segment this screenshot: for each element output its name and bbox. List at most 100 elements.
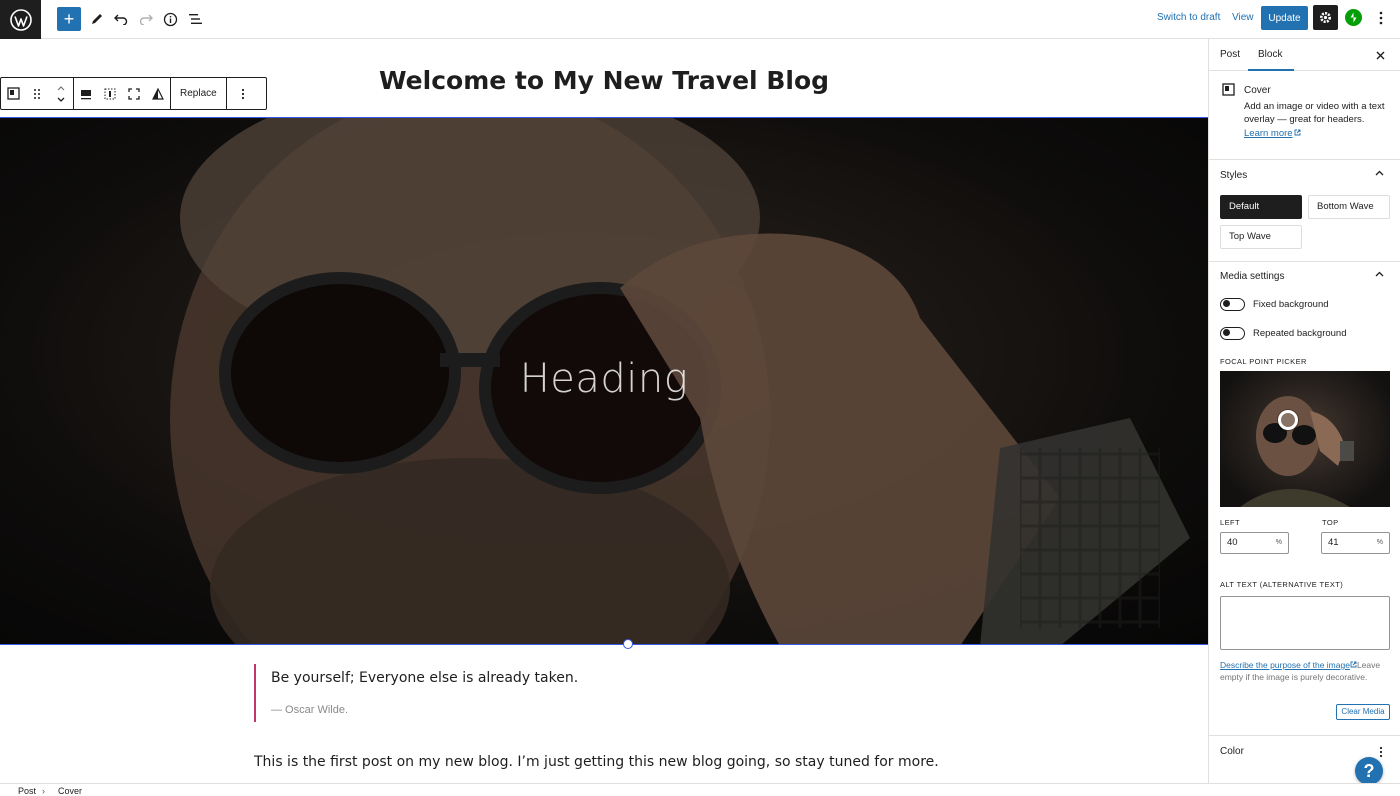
quote-text[interactable]: Be yourself; Everyone else is already ta…: [271, 670, 954, 686]
settings-sidebar: Post Block Cover Add an image or video w…: [1208, 39, 1400, 783]
repeated-background-row: Repeated background: [1220, 326, 1347, 340]
add-block-button[interactable]: +: [57, 7, 81, 31]
external-link-icon: [1294, 129, 1301, 136]
cover-resize-handle[interactable]: [623, 639, 633, 649]
repeated-background-label: Repeated background: [1253, 327, 1347, 339]
focal-top-input[interactable]: 41 %: [1321, 532, 1390, 554]
styles-panel-title: Styles: [1220, 170, 1248, 181]
view-button[interactable]: View: [1232, 12, 1254, 23]
style-bottom-wave[interactable]: Bottom Wave: [1308, 195, 1390, 219]
chevron-up-icon: [1375, 271, 1384, 277]
focal-point-picker[interactable]: [1220, 371, 1390, 507]
plus-icon: +: [63, 9, 75, 29]
full-height-button[interactable]: [98, 78, 122, 109]
breadcrumb: Post › Cover: [0, 783, 1400, 796]
replace-button[interactable]: Replace: [171, 78, 226, 109]
breadcrumb-cover[interactable]: Cover: [58, 786, 82, 796]
replace-group: Replace: [171, 78, 227, 109]
left-label: LEFT: [1220, 518, 1240, 527]
focal-left-input[interactable]: 40 %: [1220, 532, 1289, 554]
style-top-wave[interactable]: Top Wave: [1220, 225, 1302, 249]
drag-handle-icon: [34, 88, 40, 99]
sidebar-tabs: Post Block: [1209, 39, 1400, 71]
focal-point-handle[interactable]: [1278, 410, 1298, 430]
chevron-up-down-icon: [57, 85, 65, 102]
list-view-button[interactable]: [183, 7, 207, 31]
jetpack-icon: [1350, 12, 1357, 23]
cover-heading[interactable]: Heading: [0, 356, 1208, 402]
jetpack-button[interactable]: [1345, 9, 1362, 26]
drag-handle[interactable]: [25, 78, 49, 109]
fixed-background-row: Fixed background: [1220, 297, 1329, 311]
help-button[interactable]: ?: [1355, 757, 1383, 785]
options-menu-button[interactable]: [1372, 8, 1390, 28]
wordpress-icon: [9, 8, 32, 31]
focal-left-value: 40: [1227, 537, 1238, 548]
block-name: Cover: [1244, 85, 1271, 96]
editor-canvas: Welcome to My New Travel Blog Replace He…: [0, 39, 1208, 783]
breadcrumb-post[interactable]: Post: [18, 786, 36, 796]
focal-preview-image: [1240, 396, 1354, 507]
full-height-icon: [104, 88, 116, 99]
undo-icon: [114, 14, 128, 25]
alt-text-textarea[interactable]: [1220, 596, 1390, 650]
wordpress-logo-button[interactable]: [0, 0, 41, 39]
color-panel-title: Color: [1220, 746, 1244, 757]
settings-button[interactable]: [1313, 5, 1338, 30]
info-icon: [163, 12, 177, 26]
cover-block[interactable]: Heading: [0, 117, 1208, 645]
clear-media-button[interactable]: Clear Media: [1336, 704, 1390, 720]
redo-button[interactable]: [134, 7, 158, 31]
media-settings-header[interactable]: Media settings: [1209, 261, 1400, 293]
learn-more-link[interactable]: Learn more: [1244, 128, 1301, 139]
block-card: Cover Add an image or video with a text …: [1209, 71, 1400, 160]
tab-post[interactable]: Post: [1220, 39, 1240, 71]
styles-panel-header[interactable]: Styles: [1209, 160, 1400, 192]
vertical-ellipsis-icon: [241, 88, 244, 99]
block-description: Add an image or video with a text overla…: [1244, 101, 1385, 125]
position-icon: [81, 89, 91, 99]
more-options-group: [227, 78, 259, 109]
move-up-down-button[interactable]: [49, 78, 73, 109]
gear-icon: [1320, 12, 1331, 23]
fixed-background-label: Fixed background: [1253, 298, 1329, 310]
close-sidebar-button[interactable]: [1372, 47, 1388, 63]
alt-help-link[interactable]: Describe the purpose of the image: [1220, 660, 1350, 670]
block-options-button[interactable]: [227, 78, 259, 109]
block-type-button[interactable]: [1, 78, 25, 109]
fullscreen-button[interactable]: [122, 78, 146, 109]
top-label: TOP: [1322, 518, 1339, 527]
list-view-icon: [188, 14, 202, 24]
fixed-background-toggle[interactable]: [1220, 297, 1245, 311]
vertical-ellipsis-icon: [1379, 746, 1383, 758]
focal-top-unit: %: [1376, 539, 1383, 546]
fullscreen-icon: [128, 87, 140, 100]
pencil-icon: [92, 14, 102, 24]
quote-block[interactable]: Be yourself; Everyone else is already ta…: [254, 664, 954, 722]
tab-block[interactable]: Block: [1248, 39, 1294, 71]
focal-point-label: FOCAL POINT PICKER: [1220, 357, 1307, 366]
switch-to-draft-button[interactable]: Switch to draft: [1157, 12, 1220, 23]
alt-text-label: ALT TEXT (ALTERNATIVE TEXT): [1220, 580, 1344, 589]
content-position-button[interactable]: [74, 78, 98, 109]
redo-icon: [139, 14, 153, 25]
repeated-background-toggle[interactable]: [1220, 326, 1245, 340]
block-toolbar: Replace: [0, 77, 267, 110]
quote-citation[interactable]: — Oscar Wilde.: [271, 704, 954, 716]
learn-more-label: Learn more: [1244, 128, 1293, 139]
cover-block-icon: [6, 87, 20, 100]
cover-controls-group: [74, 78, 171, 109]
cover-block-icon: [1222, 83, 1235, 96]
post-paragraph[interactable]: This is the first post on my new blog. I…: [254, 754, 939, 770]
style-default[interactable]: Default: [1220, 195, 1302, 219]
duotone-button[interactable]: [146, 78, 170, 109]
close-icon: [1376, 51, 1384, 59]
editor-top-bar: + Switch to draft View Update: [0, 0, 1400, 39]
undo-button[interactable]: [109, 7, 133, 31]
breadcrumb-separator: ›: [42, 786, 45, 796]
update-button[interactable]: Update: [1261, 6, 1308, 30]
tools-button[interactable]: [85, 7, 109, 31]
focal-left-unit: %: [1275, 539, 1282, 546]
details-button[interactable]: [158, 7, 182, 31]
alt-text-help: Describe the purpose of the image Leave e…: [1220, 659, 1392, 683]
